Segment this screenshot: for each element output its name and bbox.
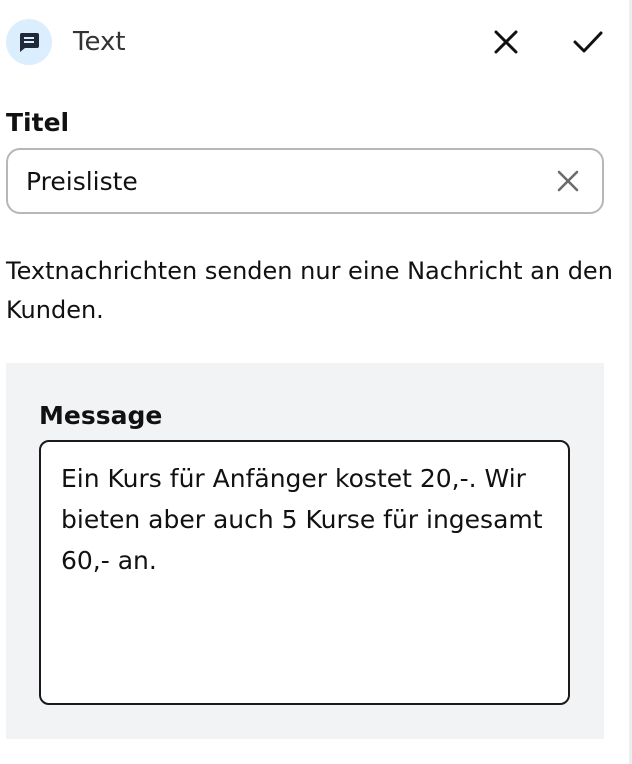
text-step-editor: Text Titel Textnachrichten senden nur ei…	[0, 0, 632, 764]
help-text: Textnachrichten senden nur eine Nachrich…	[6, 257, 613, 324]
message-textarea[interactable]: Ein Kurs für Anfänger kostet 20,-. Wir b…	[39, 440, 570, 705]
confirm-button[interactable]	[566, 20, 610, 64]
title-input[interactable]	[8, 149, 546, 213]
title-field	[6, 148, 604, 214]
editor-title: Text	[73, 27, 126, 57]
check-icon	[573, 31, 603, 53]
close-icon	[557, 170, 579, 192]
message-icon	[6, 19, 52, 65]
title-label: Titel	[6, 108, 70, 137]
message-section: Message Ein Kurs für Anfänger kostet 20,…	[6, 363, 604, 739]
header-actions	[484, 20, 610, 64]
close-button[interactable]	[484, 20, 528, 64]
editor-header: Text	[6, 18, 610, 66]
close-icon	[494, 30, 518, 54]
message-label: Message	[39, 401, 163, 430]
clear-title-button[interactable]	[546, 159, 590, 203]
